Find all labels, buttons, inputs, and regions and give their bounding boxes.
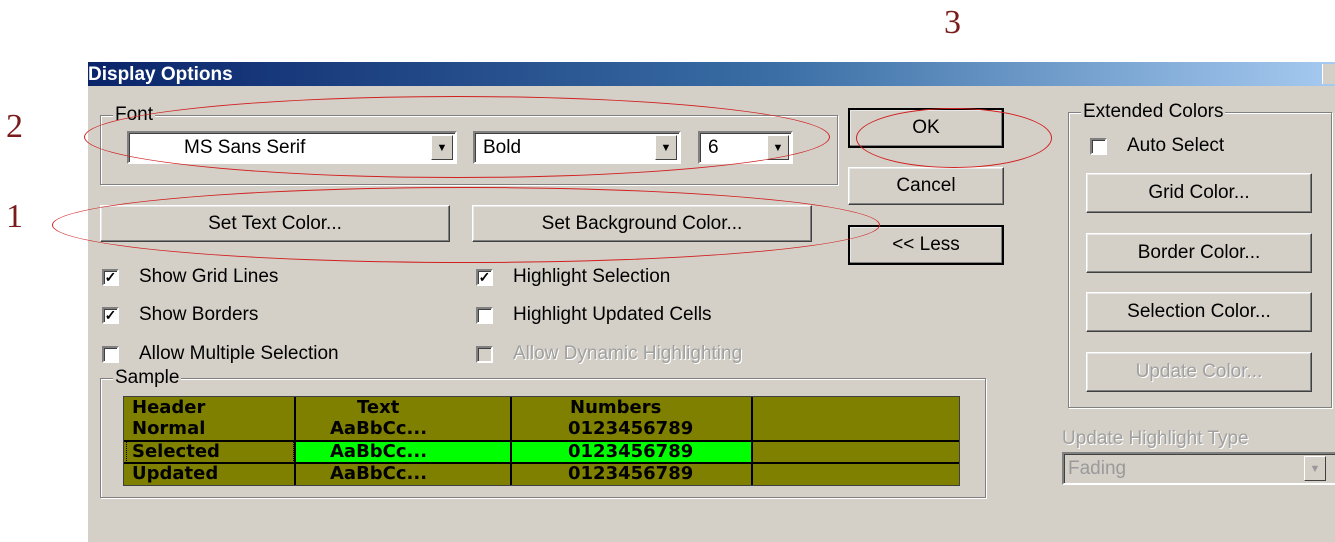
font-style-combo[interactable]: Bold ▼ [473, 131, 681, 164]
chevron-down-icon: ▼ [1304, 456, 1326, 481]
check-mark-icon[interactable]: ✓ [102, 268, 119, 286]
font-size-combo[interactable]: 6 ▼ [698, 131, 793, 164]
sample-row-numbers: 0123456789 [568, 441, 694, 462]
auto-select-label: Auto Select [1127, 135, 1225, 156]
border-color-label: Border Color... [1137, 242, 1261, 263]
allow-multiple-selection-label: Allow Multiple Selection [139, 343, 339, 364]
font-name-combo[interactable]: MS Sans Serif ▼ [127, 131, 457, 164]
title-bar[interactable]: Display Options [88, 62, 1335, 86]
sample-header-label: Header [132, 397, 206, 418]
grid-line [124, 462, 959, 464]
sample-row-numbers: 0123456789 [568, 463, 694, 484]
sample-row-numbers: 0123456789 [568, 418, 694, 439]
update-color-label: Update Color... [1135, 361, 1263, 382]
cancel-button[interactable]: Cancel [848, 167, 1004, 205]
show-grid-lines-label: Show Grid Lines [139, 266, 279, 287]
show-grid-lines-checkbox[interactable]: ✓ Show Grid Lines [102, 266, 278, 288]
font-size-value: 6 [708, 137, 719, 158]
display-options-dialog: Display Options Font MS Sans Serif ▼ Bol… [88, 62, 1335, 542]
check-mark-icon[interactable]: ✓ [476, 268, 493, 286]
checkbox-box[interactable] [476, 306, 493, 324]
show-borders-checkbox[interactable]: ✓ Show Borders [102, 304, 258, 326]
less-button[interactable]: << Less [848, 225, 1004, 265]
chevron-down-icon[interactable]: ▼ [655, 135, 677, 160]
update-highlight-type-combo: Fading ▼ [1062, 452, 1335, 485]
sample-row-text: AaBbCc... [330, 441, 428, 462]
checkbox-box[interactable] [1090, 137, 1107, 155]
sample-row-label: Updated [132, 463, 219, 484]
chevron-down-icon[interactable]: ▼ [431, 135, 453, 160]
ok-button[interactable]: OK [848, 108, 1004, 148]
selection-color-label: Selection Color... [1127, 301, 1271, 322]
dialog-title: Display Options [88, 64, 233, 85]
checkbox-box [476, 345, 493, 363]
set-text-color-button[interactable]: Set Text Color... [100, 205, 450, 242]
font-group-legend: Font [113, 104, 156, 126]
update-highlight-type-label: Update Highlight Type [1062, 428, 1249, 449]
highlight-selection-checkbox[interactable]: ✓ Highlight Selection [476, 266, 670, 288]
chevron-down-icon[interactable]: ▼ [767, 135, 789, 160]
sample-row-label: Normal [132, 418, 206, 439]
highlight-selection-label: Highlight Selection [513, 266, 671, 287]
update-color-button: Update Color... [1086, 352, 1312, 392]
ok-label: OK [912, 117, 940, 138]
less-label: << Less [892, 234, 960, 255]
font-style-value: Bold [483, 137, 522, 158]
grid-color-label: Grid Color... [1148, 182, 1250, 203]
sample-group-legend: Sample [113, 367, 182, 389]
allow-multiple-selection-checkbox[interactable]: Allow Multiple Selection [102, 343, 339, 365]
annotation-number-2: 2 [6, 108, 23, 145]
grid-color-button[interactable]: Grid Color... [1086, 173, 1312, 213]
annotation-number-3: 3 [944, 4, 961, 41]
grid-line [124, 440, 959, 442]
update-highlight-type-value: Fading [1068, 458, 1127, 479]
allow-dynamic-highlighting-checkbox: Allow Dynamic Highlighting [476, 343, 742, 365]
border-color-button[interactable]: Border Color... [1086, 233, 1312, 273]
font-group: Font MS Sans Serif ▼ Bold ▼ 6 ▼ [100, 104, 838, 185]
sample-grid: Header Text Numbers Normal AaBbCc... 012… [123, 396, 960, 486]
set-text-color-label: Set Text Color... [208, 212, 342, 234]
annotation-number-1: 1 [6, 198, 23, 235]
set-background-color-button[interactable]: Set Background Color... [472, 205, 812, 242]
sample-header-numbers: Numbers [570, 397, 662, 418]
extended-colors-legend: Extended Colors [1081, 101, 1226, 123]
sample-header-text: Text [357, 397, 400, 418]
highlight-updated-cells-label: Highlight Updated Cells [513, 304, 712, 325]
auto-select-checkbox[interactable]: Auto Select [1090, 135, 1224, 157]
set-background-color-label: Set Background Color... [541, 212, 743, 234]
show-borders-label: Show Borders [139, 304, 259, 325]
checkbox-box[interactable] [102, 345, 119, 363]
allow-dynamic-highlighting-label: Allow Dynamic Highlighting [513, 343, 743, 364]
check-mark-icon[interactable]: ✓ [102, 306, 119, 324]
font-name-value: MS Sans Serif [184, 137, 306, 158]
sample-row-text: AaBbCc... [330, 463, 428, 484]
sample-row-text: AaBbCc... [330, 418, 428, 439]
highlight-updated-cells-checkbox[interactable]: Highlight Updated Cells [476, 304, 712, 326]
title-bar-button[interactable] [1322, 64, 1335, 84]
sample-row-label: Selected [132, 441, 220, 462]
selection-color-button[interactable]: Selection Color... [1086, 292, 1312, 332]
cancel-label: Cancel [896, 175, 956, 196]
